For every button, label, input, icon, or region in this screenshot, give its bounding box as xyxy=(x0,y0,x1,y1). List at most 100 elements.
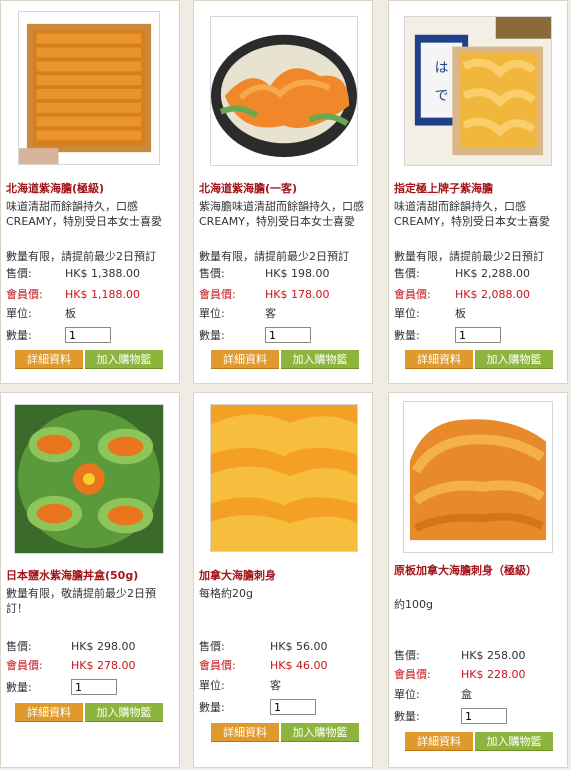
product-image-canadian-uni[interactable] xyxy=(210,404,358,552)
member-price-label: 會員價: xyxy=(199,288,236,301)
product-image-canadian-uni-premium[interactable] xyxy=(403,401,553,553)
quantity-input[interactable] xyxy=(71,679,117,695)
unit-value: 客 xyxy=(270,679,281,692)
unit-label: 單位: xyxy=(199,307,225,320)
member-price-value: HK$ 1,188.00 xyxy=(65,288,140,301)
product-title[interactable]: 原板加拿大海膽刺身（極級） xyxy=(394,564,544,578)
product-title[interactable]: 北海道紫海膽(極級) xyxy=(6,182,178,196)
detail-button[interactable]: 詳細資料 xyxy=(211,350,279,369)
product-title[interactable]: 指定極上牌子紫海膽 xyxy=(394,182,566,196)
unit-row: 單位: 盒 xyxy=(394,686,564,703)
product-description: 味道清甜而餘韻持久，口感CREAMY，特別受日本女士喜愛 xyxy=(6,200,163,228)
qty-row: 數量: xyxy=(394,708,434,725)
qty-label: 數量: xyxy=(199,329,225,342)
product-card: 加拿大海膽刺身 每格約20g 售價: HK$ 56.00 會員價: HK$ 46… xyxy=(193,392,373,768)
product-note: 數量有限，請提前最少2日預訂 xyxy=(199,250,349,263)
product-description: 約100g xyxy=(394,598,433,611)
member-price-value: HK$ 2,088.00 xyxy=(455,288,530,301)
add-to-cart-button[interactable]: 加入購物籃 xyxy=(281,350,359,369)
add-to-cart-button[interactable]: 加入購物籃 xyxy=(281,723,359,742)
qty-label: 數量: xyxy=(394,710,420,723)
price-value: HK$ 198.00 xyxy=(265,267,330,280)
unit-label: 單位: xyxy=(6,307,32,320)
quantity-input[interactable] xyxy=(455,327,501,343)
product-image-uni-bento[interactable] xyxy=(14,404,164,554)
price-value: HK$ 258.00 xyxy=(461,649,526,662)
member-price-value: HK$ 178.00 xyxy=(265,288,330,301)
qty-row: 數量: xyxy=(6,679,46,696)
price-value: HK$ 2,288.00 xyxy=(455,267,530,280)
qty-row: 數量: xyxy=(6,327,46,344)
product-card: は で 指定極上牌子紫海膽 味道清甜而餘韻持久，口感CREAMY，特別受日本女士… xyxy=(388,0,568,384)
price-label: 售價: xyxy=(6,640,32,653)
unit-value: 盒 xyxy=(461,688,472,701)
member-price-row: 會員價: HK$ 2,088.00 xyxy=(394,286,564,303)
quantity-input[interactable] xyxy=(65,327,111,343)
quantity-input[interactable] xyxy=(270,699,316,715)
quantity-input[interactable] xyxy=(461,708,507,724)
product-image-uni-box[interactable]: は で xyxy=(404,16,552,166)
product-image-uni-tray[interactable] xyxy=(18,11,160,165)
detail-button[interactable]: 詳細資料 xyxy=(15,350,83,369)
qty-row: 數量: xyxy=(199,699,239,716)
price-label: 售價: xyxy=(394,267,420,280)
product-description: 紫海膽味道清甜而餘韻持久，口感CREAMY，特別受日本女士喜愛 xyxy=(199,200,364,228)
unit-value: 客 xyxy=(265,307,276,320)
member-price-label: 會員價: xyxy=(6,659,43,672)
add-to-cart-button[interactable]: 加入購物籃 xyxy=(475,350,553,369)
qty-label: 數量: xyxy=(6,681,32,694)
member-price-label: 會員價: xyxy=(6,288,43,301)
product-title[interactable]: 北海道紫海膽(一客) xyxy=(199,182,371,196)
product-note: 數量有限，請提前最少2日預訂 xyxy=(394,250,544,263)
qty-label: 數量: xyxy=(6,329,32,342)
unit-row: 單位: 客 xyxy=(199,677,369,694)
unit-label: 單位: xyxy=(394,307,420,320)
price-row: 售價: HK$ 2,288.00 xyxy=(394,265,564,282)
product-card: 原板加拿大海膽刺身（極級） 約100g 售價: HK$ 258.00 會員價: … xyxy=(388,392,568,768)
unit-label: 單位: xyxy=(394,688,420,701)
member-price-row: 會員價: HK$ 228.00 xyxy=(394,666,564,683)
price-label: 售價: xyxy=(394,649,420,662)
product-card: 北海道紫海膽(極級) 味道清甜而餘韻持久，口感CREAMY，特別受日本女士喜愛 … xyxy=(0,0,180,384)
unit-value: 板 xyxy=(65,307,76,320)
member-price-label: 會員價: xyxy=(199,659,236,672)
product-image-uni-plate[interactable] xyxy=(210,16,358,166)
product-description: 每格約20g xyxy=(199,587,253,600)
product-description: 味道清甜而餘韻持久，口感CREAMY，特別受日本女士喜愛 xyxy=(394,200,551,228)
price-row: 售價: HK$ 1,388.00 xyxy=(6,265,176,282)
quantity-input[interactable] xyxy=(265,327,311,343)
member-price-label: 會員價: xyxy=(394,668,431,681)
qty-row: 數量: xyxy=(394,327,434,344)
price-value: HK$ 56.00 xyxy=(270,640,328,653)
qty-label: 數量: xyxy=(199,701,225,714)
svg-text:は: は xyxy=(435,60,449,76)
price-value: HK$ 1,388.00 xyxy=(65,267,140,280)
detail-button[interactable]: 詳細資料 xyxy=(211,723,279,742)
detail-button[interactable]: 詳細資料 xyxy=(405,732,473,751)
qty-label: 數量: xyxy=(394,329,420,342)
product-note: 數量有限，請提前最少2日預訂 xyxy=(6,250,156,263)
unit-row: 單位: 板 xyxy=(394,305,564,322)
add-to-cart-button[interactable]: 加入購物籃 xyxy=(85,350,163,369)
detail-button[interactable]: 詳細資料 xyxy=(405,350,473,369)
price-label: 售價: xyxy=(199,267,225,280)
member-price-label: 會員價: xyxy=(394,288,431,301)
member-price-value: HK$ 278.00 xyxy=(71,659,136,672)
product-title[interactable]: 加拿大海膽刺身 xyxy=(199,569,371,583)
price-row: 售價: HK$ 298.00 xyxy=(6,638,176,655)
price-row: 售價: HK$ 198.00 xyxy=(199,265,369,282)
product-title[interactable]: 日本鹽水紫海膽丼盒(50g) xyxy=(6,569,178,583)
member-price-value: HK$ 228.00 xyxy=(461,668,526,681)
unit-value: 板 xyxy=(455,307,466,320)
price-label: 售價: xyxy=(199,640,225,653)
price-value: HK$ 298.00 xyxy=(71,640,136,653)
svg-text:で: で xyxy=(435,88,449,104)
detail-button[interactable]: 詳細資料 xyxy=(15,703,83,722)
add-to-cart-button[interactable]: 加入購物籃 xyxy=(85,703,163,722)
add-to-cart-button[interactable]: 加入購物籃 xyxy=(475,732,553,751)
member-price-row: 會員價: HK$ 278.00 xyxy=(6,657,176,674)
product-card: 北海道紫海膽(一客) 紫海膽味道清甜而餘韻持久，口感CREAMY，特別受日本女士… xyxy=(193,0,373,384)
unit-row: 單位: 板 xyxy=(6,305,176,322)
unit-row: 單位: 客 xyxy=(199,305,369,322)
product-description: 數量有限，敬請提前最少2日預訂！ xyxy=(6,587,156,615)
